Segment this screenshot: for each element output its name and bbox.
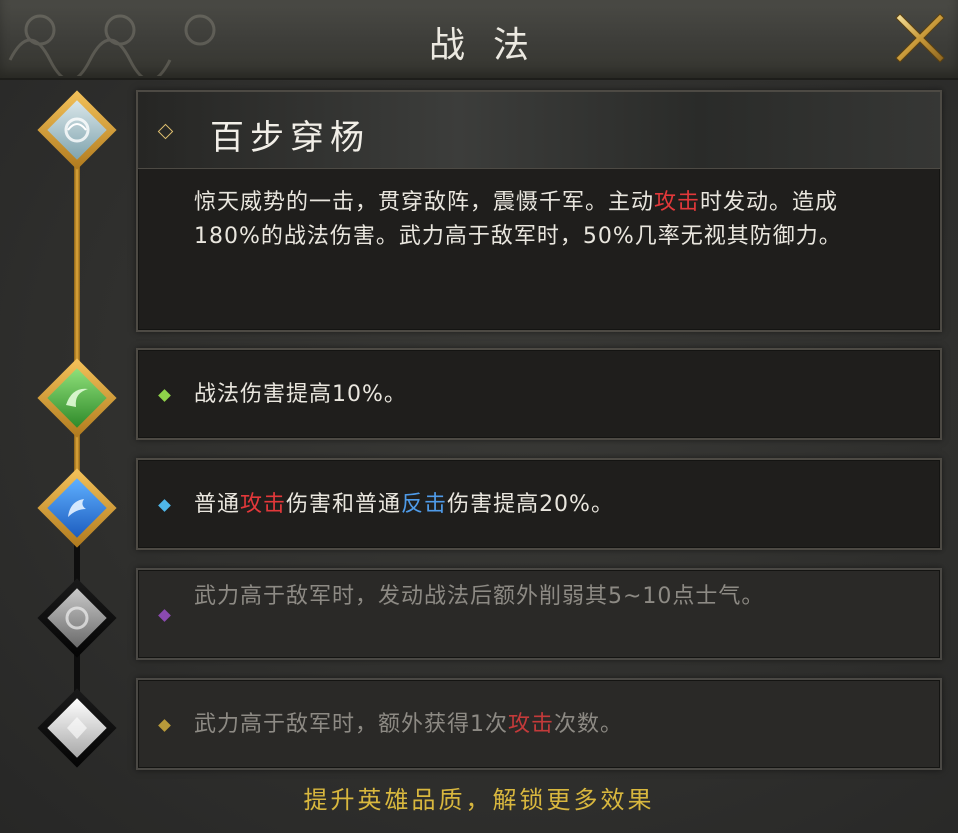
- gold-bullet-icon: [158, 719, 171, 732]
- gray-rune-icon: [65, 606, 89, 630]
- effect-segment: 普通: [194, 492, 241, 517]
- progress-line-unlocked: [74, 125, 80, 505]
- skill-card: 百步穿杨 惊天威势的一击，贯穿敌阵，震慑千军。主动攻击时发动。造成180%的战法…: [136, 90, 942, 332]
- effect-segment: 战法伤害提高10%。: [194, 382, 407, 407]
- effect-segment: 攻击: [508, 712, 555, 737]
- blue-bullet-icon: [158, 499, 171, 512]
- white-rune-icon: [67, 717, 87, 739]
- skill-panel: 百步穿杨 惊天威势的一击，贯穿敌阵，震慑千军。主动攻击时发动。造成180%的战法…: [0, 80, 958, 833]
- effect-segment: 武力高于敌军时，发动战法后额外削弱其5~10点士气。: [194, 584, 765, 609]
- effect-segment: 伤害和普通: [286, 492, 402, 517]
- diamond-bullet-icon: [157, 123, 174, 140]
- skill-description: 惊天威势的一击，贯穿敌阵，震慑千军。主动攻击时发动。造成180%的战法伤害。武力…: [194, 186, 892, 254]
- effect-segment: 反击: [401, 492, 448, 517]
- effect-segment: 武力高于敌军时，额外获得1次: [194, 712, 508, 737]
- effect-card-4: 武力高于敌军时，额外获得1次攻击次数。: [136, 678, 942, 770]
- purple-bullet-icon: [158, 609, 171, 622]
- unlock-hint: 提升英雄品质，解锁更多效果: [303, 786, 655, 814]
- close-icon: [895, 13, 945, 63]
- effect-card-1: 战法伤害提高10%。: [136, 348, 942, 440]
- effect-text-3: 武力高于敌军时，发动战法后额外削弱其5~10点士气。: [194, 580, 900, 614]
- blue-rune-icon: [68, 499, 86, 517]
- description-segment: 攻击: [654, 190, 701, 215]
- effect-segment: 次数。: [554, 712, 624, 737]
- skill-emblem-icon: [64, 117, 90, 143]
- effect-text-4: 武力高于敌军时，额外获得1次攻击次数。: [194, 708, 890, 742]
- effect-card-2: 普通攻击伤害和普通反击伤害提高20%。: [136, 458, 942, 550]
- green-rune-icon: [66, 388, 88, 407]
- close-button[interactable]: [892, 10, 948, 66]
- skill-emblem-node[interactable]: [37, 90, 117, 170]
- effect-text-1: 战法伤害提高10%。: [194, 378, 890, 412]
- effect-card-3: 武力高于敌军时，发动战法后额外削弱其5~10点士气。: [136, 568, 942, 660]
- skill-header: 百步穿杨: [138, 92, 940, 169]
- page-title: 战法: [428, 25, 557, 66]
- effect-node-1[interactable]: [37, 358, 117, 438]
- effect-node-3[interactable]: [37, 578, 117, 658]
- description-segment: 惊天威势的一击，贯穿敌阵，震慑千军。主动: [194, 190, 655, 215]
- effect-node-2[interactable]: [37, 468, 117, 548]
- skill-name: 百步穿杨: [210, 118, 370, 158]
- green-bullet-icon: [158, 389, 171, 402]
- effect-text-2: 普通攻击伤害和普通反击伤害提高20%。: [194, 488, 890, 522]
- effect-node-4[interactable]: [37, 688, 117, 768]
- effect-segment: 攻击: [240, 492, 287, 517]
- title-bar: 战法: [0, 0, 958, 80]
- effect-segment: 伤害提高20%。: [447, 492, 614, 517]
